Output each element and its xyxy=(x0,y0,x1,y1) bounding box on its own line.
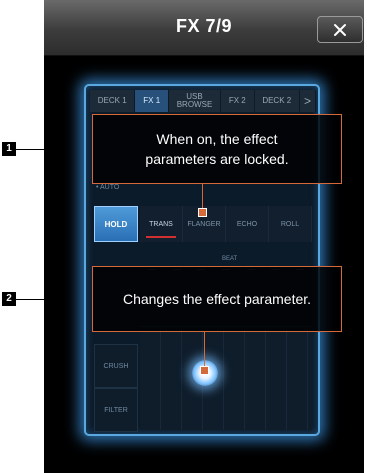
chevron-right-icon[interactable]: > xyxy=(300,90,316,112)
callout-connector-1 xyxy=(202,184,203,210)
callout-text-1: When on, the effect parameters are locke… xyxy=(145,131,289,167)
fx-type-roll[interactable]: ROLL xyxy=(269,206,312,242)
tab-usb-browse[interactable]: USB BROWSE xyxy=(168,90,222,112)
callout-marker-1 xyxy=(198,208,207,217)
callout-marker-2 xyxy=(200,366,209,375)
fx-type-trans[interactable]: TRANS xyxy=(140,206,183,242)
tab-deck-1[interactable]: DECK 1 xyxy=(90,90,136,112)
tab-fx-1[interactable]: FX 1 xyxy=(135,90,169,112)
fx-type-row: TRANS FLANGER ECHO ROLL xyxy=(140,206,312,242)
effect-parameter-pad[interactable] xyxy=(140,326,312,430)
deck-tab-bar: DECK 1 FX 1 USB BROWSE FX 2 DECK 2 > xyxy=(90,90,316,112)
callout-number-2: 2 xyxy=(2,292,16,306)
fx-type-echo[interactable]: ECHO xyxy=(226,206,269,242)
crush-button[interactable]: CRUSH xyxy=(94,344,138,388)
callout-box-2: Changes the effect parameter. xyxy=(92,266,342,332)
tab-fx-2[interactable]: FX 2 xyxy=(221,90,255,112)
page-title: FX 7/9 xyxy=(175,16,233,36)
title-bar: FX 7/9 xyxy=(44,0,364,56)
callout-box-1: When on, the effect parameters are locke… xyxy=(92,114,342,184)
app-screen: FX 7/9 DECK 1 FX 1 USB BROWSE FX 2 DECK … xyxy=(44,0,364,473)
tab-deck-2[interactable]: DECK 2 xyxy=(254,90,300,112)
hold-button[interactable]: HOLD xyxy=(94,206,138,242)
close-button[interactable] xyxy=(317,16,363,43)
close-icon xyxy=(334,23,346,36)
auto-label: • AUTO xyxy=(96,184,120,191)
side-button-column: CRUSH FILTER xyxy=(94,344,138,432)
callout-number-1: 1 xyxy=(2,142,16,156)
callout-connector-2 xyxy=(204,332,205,368)
filter-button[interactable]: FILTER xyxy=(94,388,138,432)
callout-text-2: Changes the effect parameter. xyxy=(122,291,312,307)
beat-label: BEAT xyxy=(222,256,238,262)
